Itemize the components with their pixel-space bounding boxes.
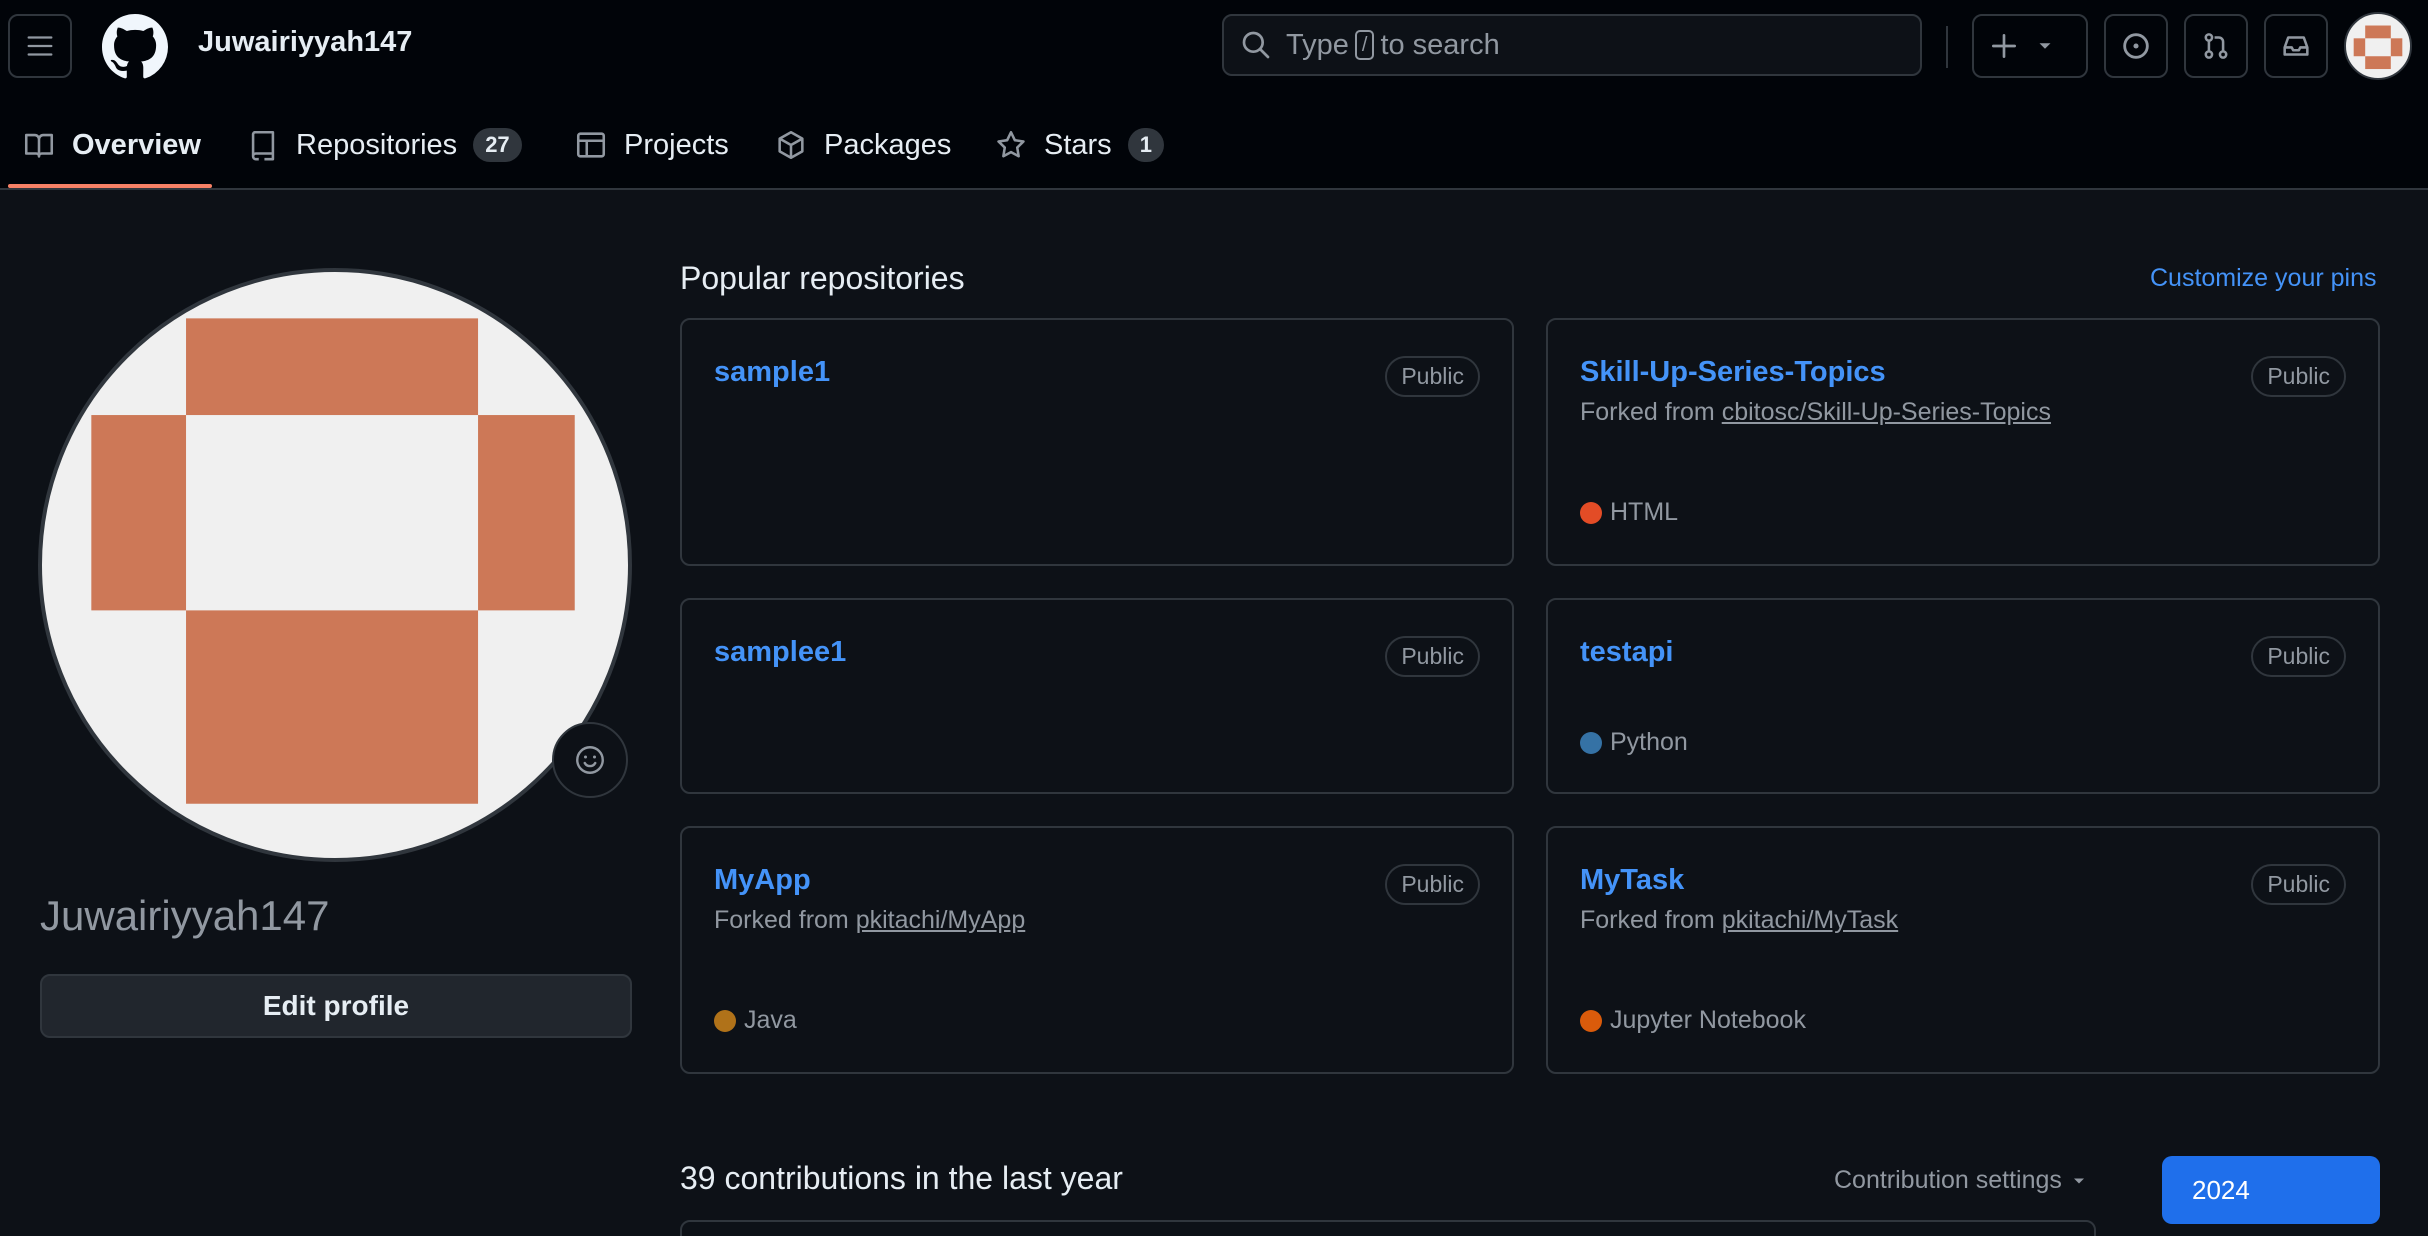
pull-requests-button[interactable] [2184,14,2248,78]
github-logo-icon[interactable] [102,14,168,80]
repo-name-link[interactable]: Skill-Up-Series-Topics [1580,356,1886,389]
visibility-badge: Public [2251,356,2346,397]
inbox-button[interactable] [2264,14,2328,78]
profile-display-name: Juwairiyyah147 [40,892,330,939]
edit-profile-button[interactable]: Edit profile [40,974,632,1038]
repositories-count-badge: 27 [473,128,522,162]
language-name: Jupyter Notebook [1610,1006,1806,1034]
contribution-graph-container [680,1220,2096,1236]
repo-icon [251,130,275,161]
menu-button[interactable] [8,14,72,78]
star-icon [997,130,1025,158]
language-color-dot [714,1009,736,1032]
profile-avatar[interactable] [38,268,632,862]
forked-from-text: Forked from pkitachi/MyTask [1580,906,1898,935]
plus-icon [1992,34,2016,58]
issues-button[interactable] [2104,14,2168,78]
repo-card: Skill-Up-Series-Topics Public Forked fro… [1546,318,2380,566]
header-username[interactable]: Juwairiyyah147 [198,26,412,59]
tab-overview-label: Overview [72,128,201,161]
hamburger-icon [27,36,53,56]
tab-projects[interactable]: Projects [574,106,729,184]
tab-stars[interactable]: Stars 1 [994,106,1164,184]
forked-from-link[interactable]: cbitosc/Skill-Up-Series-Topics [1722,398,2051,426]
search-input[interactable]: Type / to search [1222,14,1922,76]
inbox-icon [2283,36,2309,56]
stars-count-badge: 1 [1127,128,1164,162]
book-icon [24,133,54,158]
customize-pins-link[interactable]: Customize your pins [2150,264,2376,293]
repo-language: Jupyter Notebook [1580,1006,1806,1035]
header-divider [1946,26,1948,68]
active-tab-indicator [8,184,212,188]
identicon-small [2353,25,2403,70]
contributions-title: 39 contributions in the last year [680,1160,1123,1196]
repo-name-link[interactable]: sample1 [714,356,830,389]
repo-language: Java [714,1006,797,1035]
forked-from-link[interactable]: pkitachi/MyTask [1722,906,1898,934]
tab-repositories[interactable]: Repositories 27 [246,106,522,184]
repo-card: MyTask Public Forked from pkitachi/MyTas… [1546,826,2380,1074]
visibility-badge: Public [1385,864,1480,905]
repo-name-link[interactable]: testapi [1580,636,1673,669]
forked-from-text: Forked from pkitachi/MyApp [714,906,1025,935]
search-icon [1242,31,1270,59]
language-color-dot [1580,1009,1602,1032]
tab-projects-label: Projects [624,128,729,161]
repo-language: HTML [1580,498,1678,527]
search-suffix: to search [1380,28,1500,61]
repo-name-link[interactable]: samplee1 [714,636,846,669]
create-new-button[interactable] [1972,14,2088,78]
forked-from-text: Forked from cbitosc/Skill-Up-Series-Topi… [1580,398,2051,427]
contribution-settings-label: Contribution settings [1834,1166,2062,1194]
repo-card: samplee1 Public [680,598,1514,794]
repo-name-link[interactable]: MyTask [1580,864,1684,897]
visibility-badge: Public [1385,356,1480,397]
tab-stars-label: Stars [1044,128,1112,161]
set-status-button[interactable] [552,722,628,798]
package-icon [778,130,804,160]
tab-repositories-label: Repositories [296,128,458,161]
repo-card: testapi Public Python [1546,598,2380,794]
identicon-large [91,318,575,804]
forked-from-prefix: Forked from [1580,398,1715,426]
repo-card: sample1 Public [680,318,1514,566]
visibility-badge: Public [1385,636,1480,677]
caret-down-icon [2039,43,2051,49]
git-pull-request-icon [2204,33,2228,59]
tab-overview[interactable]: Overview [22,106,201,184]
table-icon [576,132,606,158]
search-prefix: Type [1286,28,1349,61]
user-avatar[interactable] [2344,12,2412,80]
popular-repositories-title: Popular repositories [680,260,965,296]
language-name: Java [744,1006,797,1034]
language-name: Python [1610,728,1688,756]
contribution-settings-dropdown[interactable]: Contribution settings [1834,1166,2089,1195]
forked-from-prefix: Forked from [1580,906,1715,934]
tab-packages-label: Packages [824,128,952,161]
visibility-badge: Public [2251,636,2346,677]
global-header: Juwairiyyah147 Type / to search Overview… [0,0,2428,190]
year-2024-button[interactable]: 2024 [2162,1156,2380,1224]
forked-from-link[interactable]: pkitachi/MyApp [856,906,1026,934]
smiley-icon [576,746,604,774]
language-color-dot [1580,731,1602,754]
forked-from-prefix: Forked from [714,906,849,934]
issue-opened-icon [2123,33,2149,59]
tab-packages[interactable]: Packages [774,106,951,184]
language-name: HTML [1610,498,1679,526]
caret-down-icon [2073,1178,2084,1184]
repo-language: Python [1580,728,1688,757]
visibility-badge: Public [2251,864,2346,905]
repo-card: MyApp Public Forked from pkitachi/MyApp … [680,826,1514,1074]
language-color-dot [1580,501,1602,524]
repo-name-link[interactable]: MyApp [714,864,811,897]
search-shortcut-key: / [1354,30,1375,60]
